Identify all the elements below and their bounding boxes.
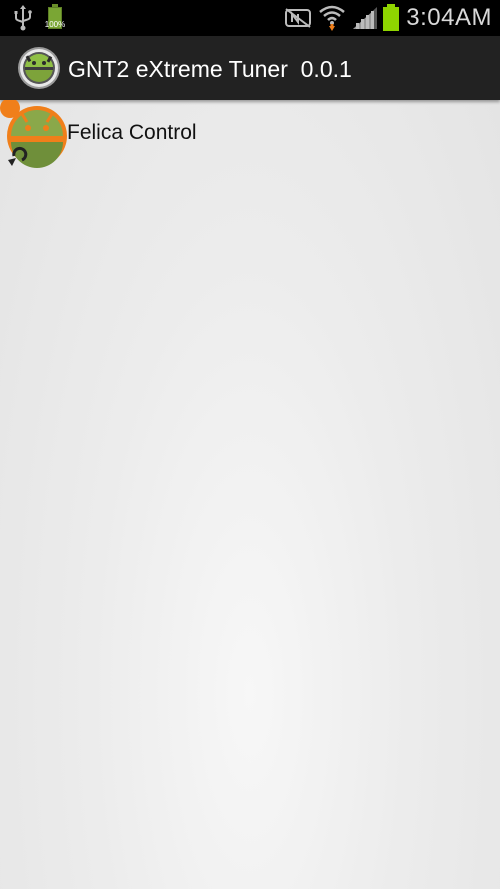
wifi-icon	[318, 0, 346, 36]
cell-signal-icon	[352, 0, 378, 36]
battery-charged-icon	[380, 0, 402, 36]
app-title: GNT2 eXtreme Tuner 0.0.1	[68, 56, 352, 82]
felica-android-icon	[0, 98, 68, 170]
feature-list: Felica Control	[0, 98, 500, 170]
status-clock: 3:04AM	[406, 4, 492, 31]
usb-icon	[10, 0, 36, 36]
battery-full-icon: 100%	[44, 0, 66, 36]
list-item-felica-control[interactable]: Felica Control	[0, 98, 500, 170]
status-bar: 100% 3:04AM	[0, 0, 500, 36]
list-item-label: Felica Control	[67, 121, 197, 144]
tuner-app-icon[interactable]	[17, 46, 61, 90]
nfc-off-icon	[284, 0, 312, 36]
battery-percent-label: 100%	[44, 20, 66, 29]
action-bar: GNT2 eXtreme Tuner 0.0.1	[0, 36, 500, 100]
